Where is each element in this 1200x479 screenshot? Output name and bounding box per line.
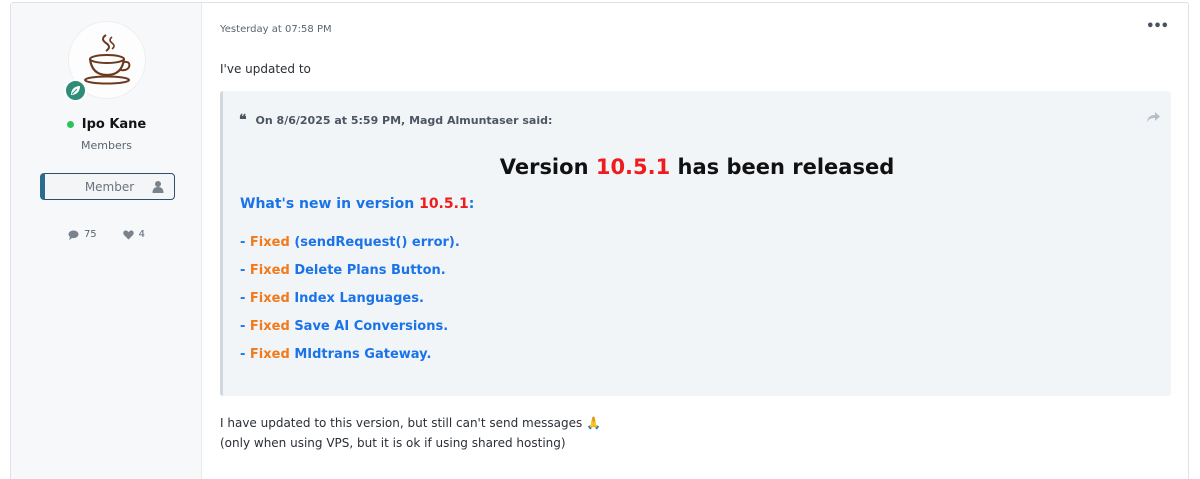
reaction-count: 4 (138, 229, 146, 240)
whats-new-heading: What's new in version 10.5.1: (240, 196, 474, 212)
post-body-line-2: (only when using VPS, but it is ok if us… (220, 436, 566, 450)
user-banner-label: Member (84, 179, 135, 194)
fix-item: - Fixed Index Languages. (240, 290, 460, 318)
forum-post: Ipo Kane Members Member 75 4 Yesterday a… (10, 2, 1189, 479)
whats-new-prefix: What's new in version (240, 196, 415, 212)
fix-item: - Fixed Save AI Conversions. (240, 318, 460, 346)
release-title-prefix: Version (499, 155, 589, 179)
fix-item: - Fixed Delete Plans Button. (240, 262, 460, 290)
fix-text: Delete Plans Button. (294, 263, 446, 278)
fix-dash: - (240, 263, 250, 278)
quote-block: ❝ On 8/6/2025 at 5:59 PM, Magd Almuntase… (220, 91, 1171, 396)
coffee-cup-icon (84, 34, 131, 85)
go-to-original-icon[interactable] (1147, 112, 1160, 123)
fix-dash: - (240, 235, 250, 250)
user-stats: 75 4 (11, 229, 202, 240)
user-icon (152, 181, 164, 193)
whats-new-version: 10.5.1 (419, 196, 469, 212)
fix-tag: Fixed (249, 319, 290, 334)
user-title: Members (81, 139, 132, 152)
message-count: 75 (83, 229, 97, 240)
leaf-icon (64, 79, 87, 102)
user-banner: Member (40, 173, 175, 200)
username[interactable]: Ipo Kane (11, 117, 202, 132)
heart-icon (122, 229, 134, 239)
whats-new-suffix: : (468, 196, 475, 212)
post-date[interactable]: Yesterday at 07:58 PM (220, 24, 332, 35)
comment-icon (68, 230, 79, 240)
fix-text: (sendRequest() error). (294, 235, 460, 250)
release-title-suffix: has been released (677, 155, 895, 179)
fix-dash: - (240, 319, 250, 334)
post-intro-text: I've updated to (220, 62, 311, 76)
quote-icon: ❝ (239, 112, 247, 128)
fix-tag: Fixed (249, 291, 290, 306)
fix-list: - Fixed (sendRequest() error). - Fixed D… (240, 234, 460, 374)
more-options-icon[interactable]: ••• (1146, 19, 1169, 34)
fix-item: - Fixed (sendRequest() error). (240, 234, 460, 262)
pray-emoji: 🙏 (586, 416, 602, 430)
quote-attribution-text[interactable]: On 8/6/2025 at 5:59 PM, Magd Almuntaser … (256, 114, 553, 127)
post-content: Yesterday at 07:58 PM ••• I've updated t… (203, 3, 1188, 479)
user-info-panel: Ipo Kane Members Member 75 4 (11, 3, 202, 479)
fix-dash: - (240, 347, 250, 362)
fix-tag: Fixed (249, 347, 290, 362)
release-title: Version 10.5.1 has been released (223, 155, 1171, 179)
post-body-line-1-text: I have updated to this version, but stil… (220, 416, 583, 430)
quote-attribution[interactable]: ❝ On 8/6/2025 at 5:59 PM, Magd Almuntase… (239, 112, 552, 128)
reaction-count-stat: 4 (122, 229, 146, 240)
post-body: I have updated to this version, but stil… (220, 413, 601, 453)
fix-text: Index Languages. (294, 291, 424, 306)
fix-dash: - (240, 291, 250, 306)
fix-tag: Fixed (249, 263, 290, 278)
release-version: 10.5.1 (595, 155, 671, 179)
post-body-line-1: I have updated to this version, but stil… (220, 413, 601, 433)
online-status-dot (66, 121, 74, 128)
fix-tag: Fixed (249, 235, 290, 250)
message-count-stat: 75 (68, 229, 97, 240)
username-label[interactable]: Ipo Kane (82, 117, 147, 132)
fix-item: - Fixed MIdtrans Gateway. (240, 346, 460, 374)
fix-text: MIdtrans Gateway. (294, 347, 432, 362)
fix-text: Save AI Conversions. (294, 319, 449, 334)
